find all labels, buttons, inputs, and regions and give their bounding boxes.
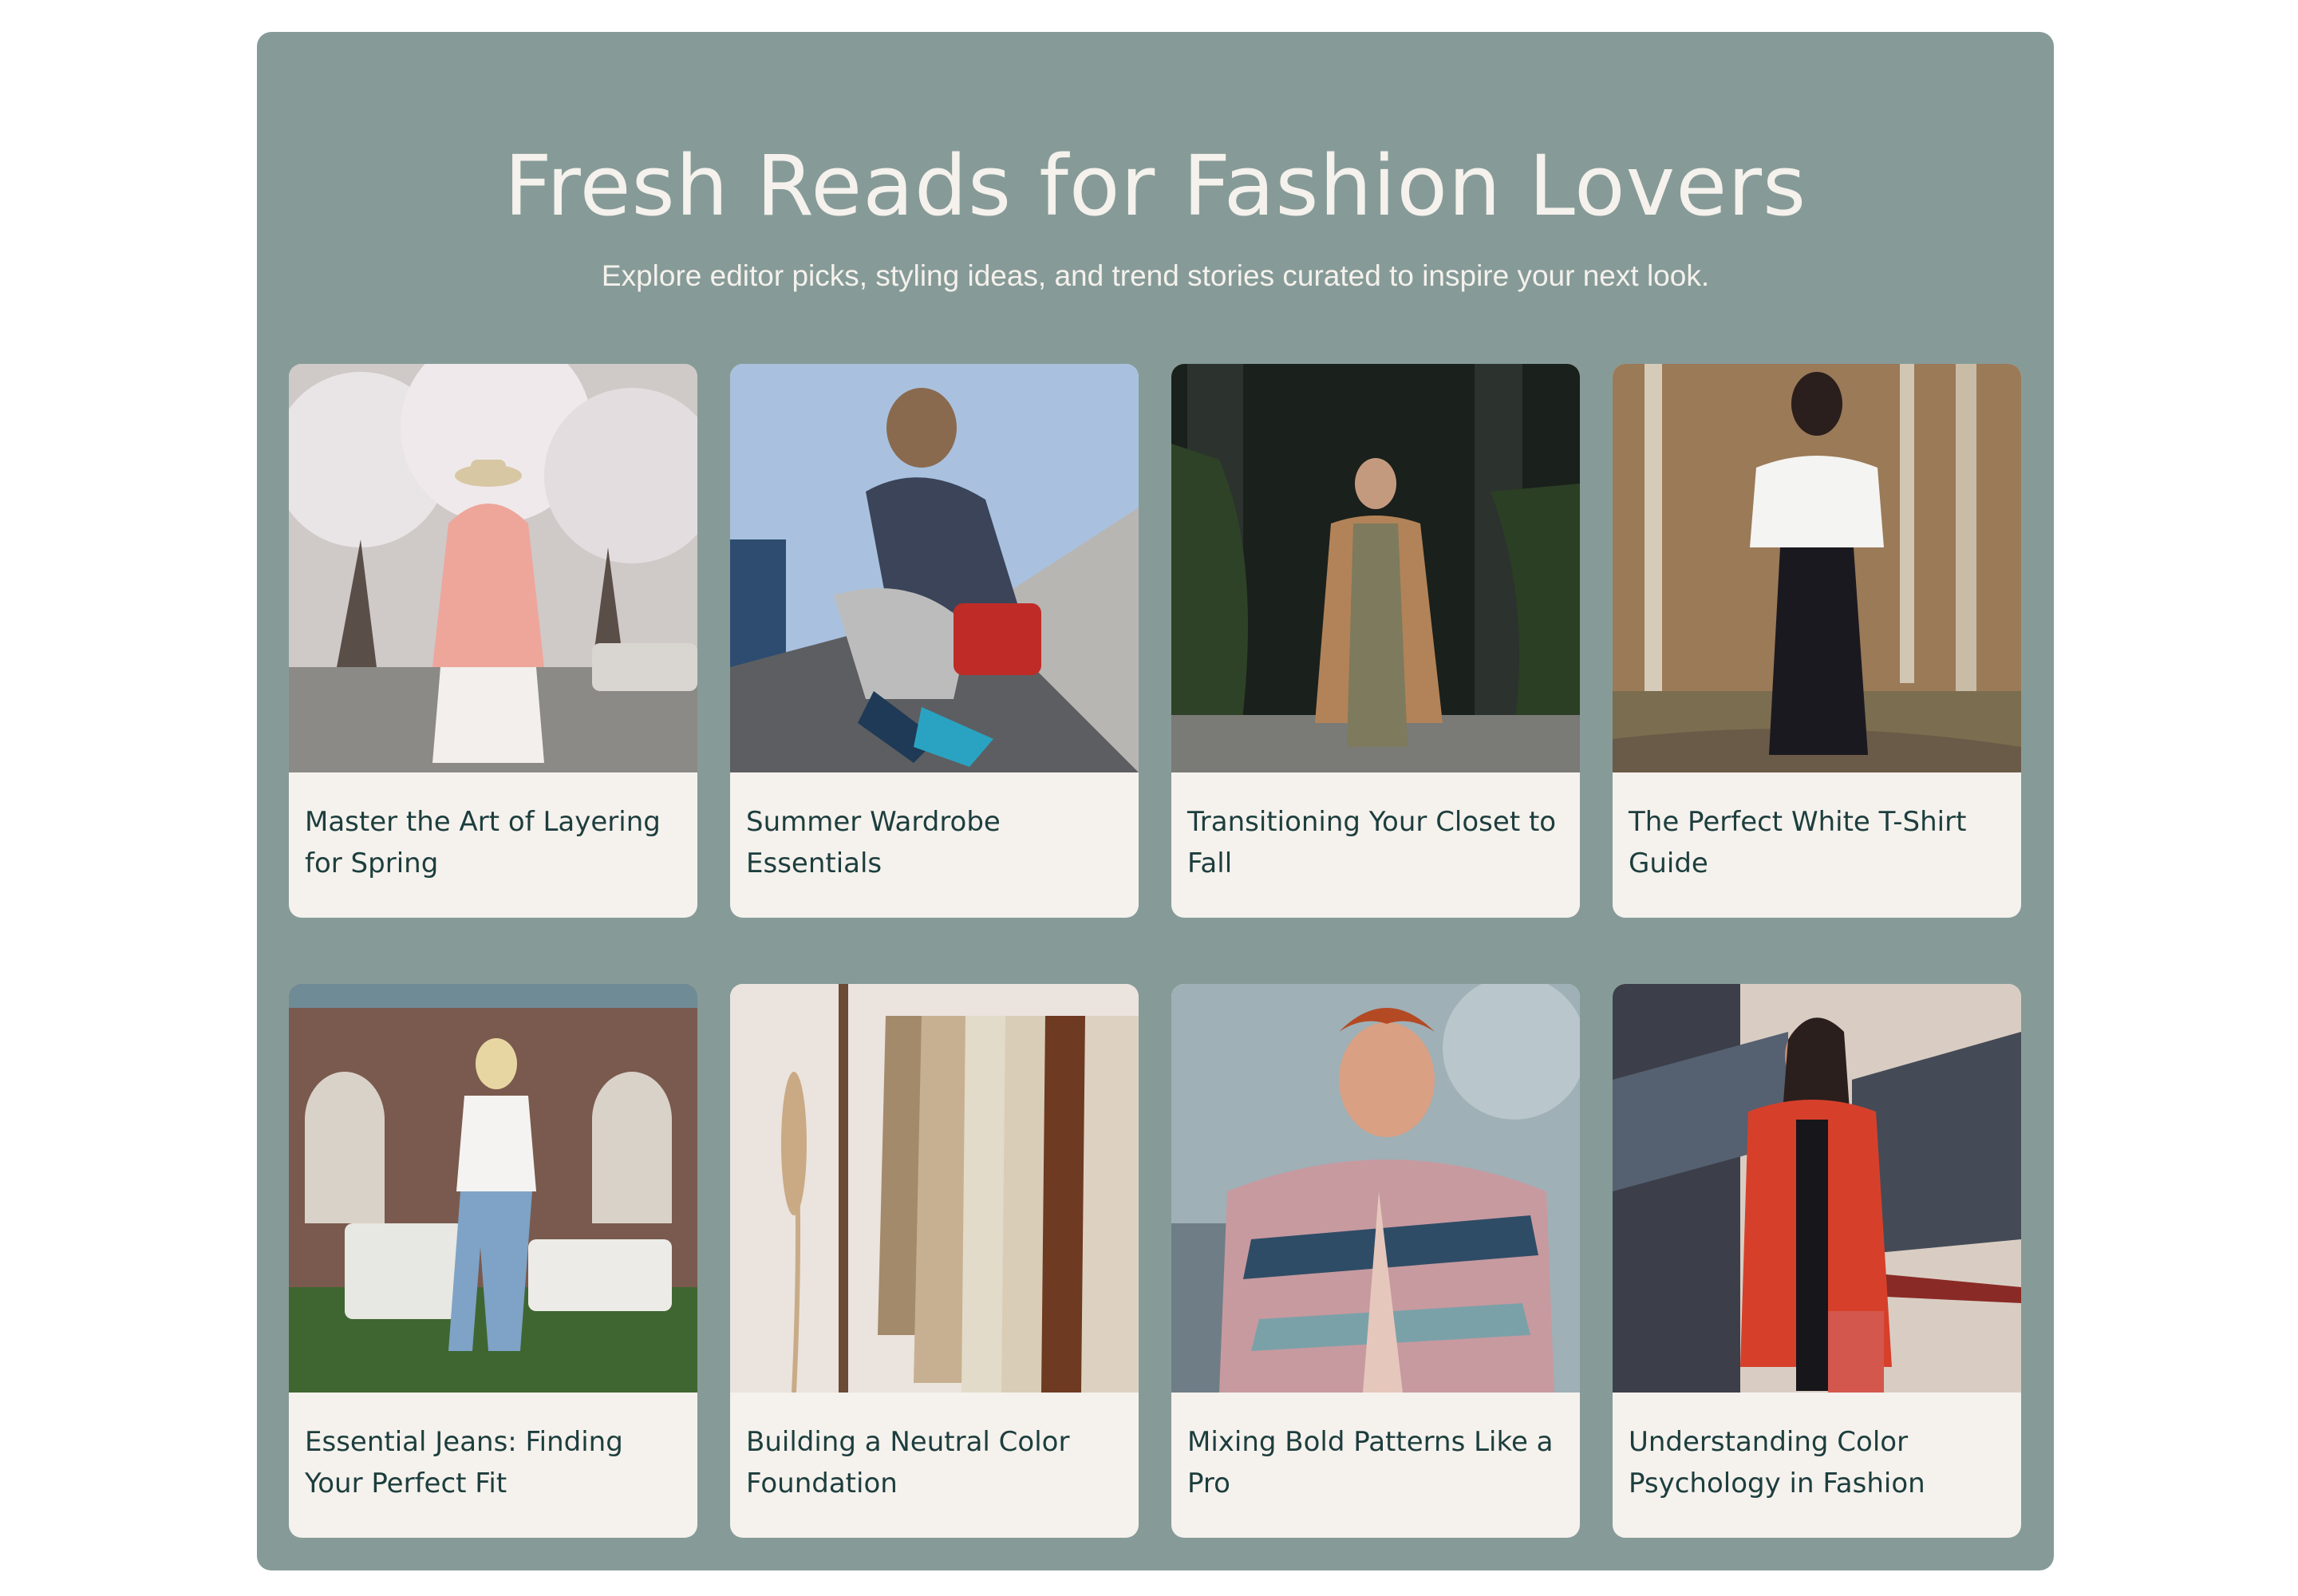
article-card[interactable]: The Perfect White T-Shirt Guide (1613, 364, 2021, 918)
article-card[interactable]: Master the Art of Layering for Spring (289, 364, 697, 918)
article-image[interactable] (1613, 984, 2021, 1393)
article-image[interactable] (1171, 364, 1580, 772)
article-title[interactable]: Essential Jeans: Finding Your Perfect Fi… (305, 1421, 683, 1504)
article-image[interactable] (1171, 984, 1580, 1393)
article-title[interactable]: Building a Neutral Color Foundation (746, 1421, 1124, 1504)
section-title: Fresh Reads for Fashion Lovers (503, 137, 1807, 235)
article-image[interactable] (289, 364, 697, 772)
article-card[interactable]: Understanding Color Psychology in Fashio… (1613, 984, 2021, 1538)
blog-section: Fresh Reads for Fashion Lovers Explore e… (257, 32, 2054, 1570)
article-title[interactable]: Summer Wardrobe Essentials (746, 801, 1124, 884)
section-subtitle: Explore editor picks, styling ideas, and… (601, 259, 1710, 292)
article-image[interactable] (730, 364, 1139, 772)
article-image[interactable] (289, 984, 697, 1393)
article-title[interactable]: Understanding Color Psychology in Fashio… (1629, 1421, 2007, 1504)
article-card[interactable]: Mixing Bold Patterns Like a Pro (1171, 984, 1580, 1538)
article-title[interactable]: Transitioning Your Closet to Fall (1187, 801, 1566, 884)
article-card[interactable]: Transitioning Your Closet to Fall (1171, 364, 1580, 918)
article-image[interactable] (730, 984, 1139, 1393)
article-title[interactable]: Master the Art of Layering for Spring (305, 801, 683, 884)
article-card[interactable]: Essential Jeans: Finding Your Perfect Fi… (289, 984, 697, 1538)
article-title[interactable]: Mixing Bold Patterns Like a Pro (1187, 1421, 1566, 1504)
article-card[interactable]: Summer Wardrobe Essentials (730, 364, 1139, 918)
article-image[interactable] (1613, 364, 2021, 772)
article-card[interactable]: Building a Neutral Color Foundation (730, 984, 1139, 1538)
article-title[interactable]: The Perfect White T-Shirt Guide (1629, 801, 2007, 884)
